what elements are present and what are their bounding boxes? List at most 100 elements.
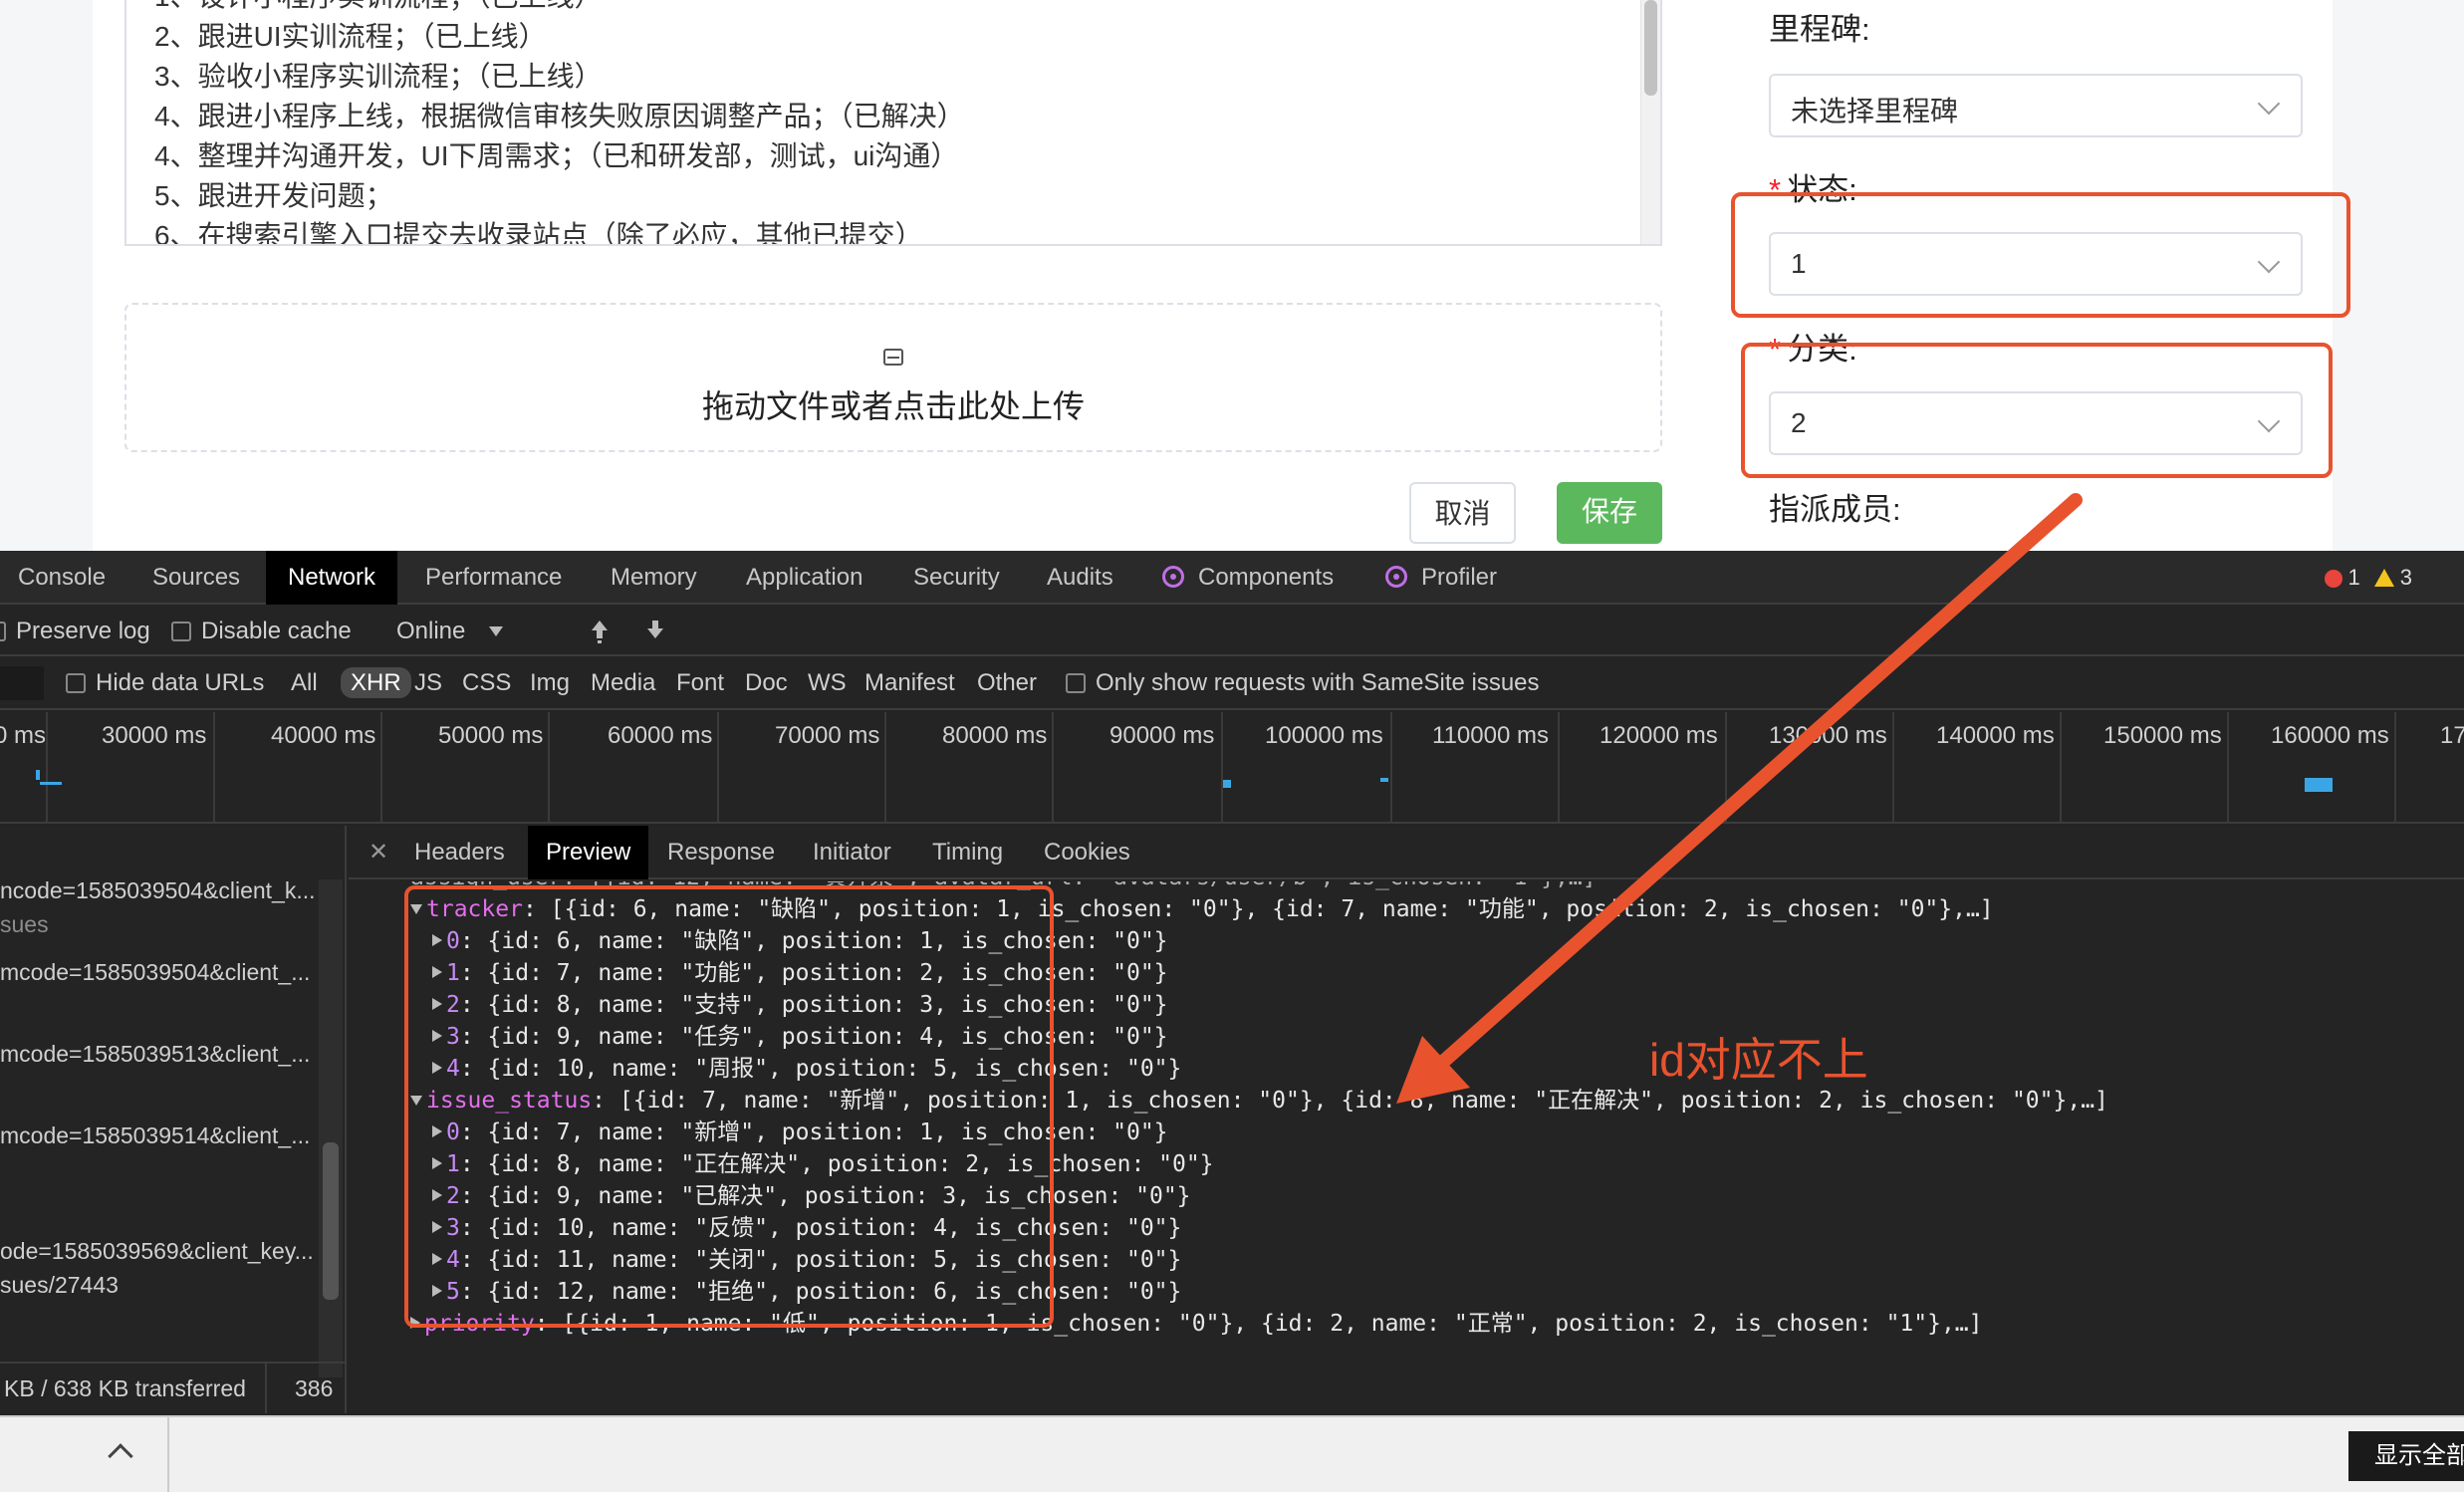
timeline-tick <box>717 712 719 824</box>
timeline-tick-label: 30000 ms <box>102 722 207 749</box>
os-bottom-bar: 显示全部 <box>0 1415 2464 1492</box>
timeline-tick-label: 70000 ms <box>775 722 880 749</box>
checkbox[interactable] <box>171 622 191 641</box>
description-line: 1、设计小程序实训流程；（已上线） <box>154 0 965 17</box>
milestone-select[interactable]: 未选择里程碑 <box>1769 74 2303 137</box>
throttling-select[interactable]: Online <box>396 607 504 656</box>
filter-input[interactable] <box>0 666 44 700</box>
filter-type-media[interactable]: Media <box>591 658 655 708</box>
description-scrollbar-thumb[interactable] <box>1644 0 1657 96</box>
timeline-tick <box>2227 712 2229 824</box>
timeline-tick <box>1892 712 1894 824</box>
filter-type-js[interactable]: JS <box>414 658 442 708</box>
tab-response[interactable]: Response <box>667 826 775 879</box>
tab-profiler[interactable]: Profiler <box>1385 551 1497 605</box>
request-list-scrollbar[interactable] <box>319 879 343 1377</box>
tab-console[interactable]: Console <box>18 551 106 605</box>
tab-sources[interactable]: Sources <box>152 551 240 605</box>
filter-type-all[interactable]: All <box>291 658 318 708</box>
timeline-tick <box>548 712 550 824</box>
timeline-tick-label: 110000 ms <box>1432 722 1549 749</box>
tab-components[interactable]: Components <box>1162 551 1334 605</box>
devtools-tab-bar: Console Sources Network Performance Memo… <box>0 551 2464 605</box>
tab-audits[interactable]: Audits <box>1047 551 1113 605</box>
filter-type-other[interactable]: Other <box>977 658 1037 708</box>
preserve-log-label: Preserve log <box>16 618 150 644</box>
samesite-checkbox[interactable]: Only show requests with SameSite issues <box>1066 658 1540 708</box>
chevron-up-icon[interactable] <box>108 1443 133 1469</box>
filter-type-img[interactable]: Img <box>530 658 570 708</box>
timeline-tick <box>380 712 382 824</box>
tab-timing[interactable]: Timing <box>932 826 1003 879</box>
timeline-request-mark <box>1223 780 1231 788</box>
tab-security[interactable]: Security <box>913 551 1000 605</box>
filter-type-xhr[interactable]: XHR <box>341 658 411 708</box>
timeline-tick-label: 120000 ms <box>1600 722 1718 749</box>
upload-hint: 拖动文件或者点击此处上传 <box>701 388 1085 424</box>
disable-cache-checkbox[interactable]: Disable cache <box>171 607 352 656</box>
request-row[interactable]: mcode=1585039513&client_... <box>0 1041 310 1068</box>
description-line: 3、验收小程序实训流程；（已上线） <box>154 61 603 92</box>
tab-cookies[interactable]: Cookies <box>1044 826 1130 879</box>
tab-initiator[interactable]: Initiator <box>813 826 891 879</box>
cancel-button[interactable]: 取消 <box>1409 482 1516 544</box>
timeline-tick-label: 130000 ms <box>1769 722 1887 749</box>
timeline-tick <box>213 712 215 824</box>
request-path: sues/27443 <box>0 1272 119 1298</box>
devtools-panel: Console Sources Network Performance Memo… <box>0 551 2464 1492</box>
issues-counter[interactable]: 13 <box>2324 551 2412 605</box>
timeline-tick <box>1558 712 1560 824</box>
description-line: 4、跟进小程序上线，根据微信审核失败原因调整产品；（已解决） <box>154 101 965 131</box>
file-upload-dropzone[interactable]: 拖动文件或者点击此处上传 <box>124 303 1662 452</box>
filter-type-manifest[interactable]: Manifest <box>864 658 955 708</box>
disable-cache-label: Disable cache <box>201 618 352 644</box>
timeline-tick-label: 40000 ms <box>271 722 376 749</box>
filter-type-css[interactable]: CSS <box>462 658 511 708</box>
request-row[interactable]: mcode=1585039504&client_... <box>0 959 310 986</box>
timeline-tick-label: 60000 ms <box>608 722 713 749</box>
annotation-box-status <box>1731 192 2350 318</box>
tab-preview[interactable]: Preview <box>528 826 649 879</box>
timeline-tick-label: 17 <box>2440 722 2464 749</box>
tab-performance[interactable]: Performance <box>425 551 562 605</box>
description-scrollbar[interactable] <box>1640 0 1660 244</box>
tab-network[interactable]: Network <box>266 551 398 605</box>
import-har-icon[interactable] <box>590 621 610 642</box>
network-timeline-overview[interactable]: 0 ms 30000 ms 40000 ms 50000 ms 60000 ms… <box>0 712 2464 824</box>
request-row[interactable]: ncode=1585039504&client_k... <box>0 877 316 904</box>
save-button[interactable]: 保存 <box>1557 482 1662 544</box>
filter-type-doc[interactable]: Doc <box>745 658 788 708</box>
checkbox[interactable] <box>0 622 6 641</box>
tab-headers[interactable]: Headers <box>414 826 505 879</box>
request-path: sues <box>0 911 49 937</box>
description-textarea[interactable]: 1、设计小程序实训流程；（已上线） 2、跟进UI实训流程；（已上线） 3、验收小… <box>124 0 1662 246</box>
hide-data-urls-checkbox[interactable]: Hide data URLs <box>66 658 264 708</box>
timeline-request-mark <box>40 782 62 785</box>
request-list-scrollbar-thumb[interactable] <box>323 1142 339 1300</box>
tab-memory[interactable]: Memory <box>611 551 697 605</box>
timeline-tick-label: 0 ms <box>0 722 47 749</box>
caret-down-icon <box>489 626 504 636</box>
request-row[interactable]: mcode=1585039514&client_... <box>0 1122 310 1149</box>
checkbox[interactable] <box>1066 673 1086 693</box>
transferred-text: KB / 638 KB transferred <box>4 1375 246 1401</box>
hide-data-urls-label: Hide data URLs <box>96 669 265 696</box>
timeline-tick-label: 140000 ms <box>1936 722 2055 749</box>
show-all-button[interactable]: 显示全部 <box>2348 1431 2464 1481</box>
network-filter-bar: Hide data URLs All XHR JS CSS Img Media … <box>0 658 2464 710</box>
export-har-icon[interactable] <box>645 621 665 642</box>
description-line: 2、跟进UI实训流程；（已上线） <box>154 21 547 52</box>
network-summary: KB / 638 KB transferred 386 <box>0 1362 345 1413</box>
json-preview[interactable]: assign_user: [{id: 12, name: "黄开泉", avat… <box>349 881 2464 1413</box>
request-row[interactable]: ode=1585039569&client_key... <box>0 1238 314 1265</box>
request-name: mcode=1585039504&client_... <box>0 959 311 985</box>
filter-type-font[interactable]: Font <box>676 658 724 708</box>
preserve-log-checkbox[interactable]: Preserve log <box>0 607 150 656</box>
close-icon[interactable]: ✕ <box>369 826 388 879</box>
checkbox[interactable] <box>66 673 86 693</box>
warning-icon <box>2373 569 2394 587</box>
error-icon <box>2324 570 2342 588</box>
tab-application[interactable]: Application <box>746 551 862 605</box>
filter-type-ws[interactable]: WS <box>808 658 847 708</box>
timeline-tick-label: 50000 ms <box>438 722 544 749</box>
